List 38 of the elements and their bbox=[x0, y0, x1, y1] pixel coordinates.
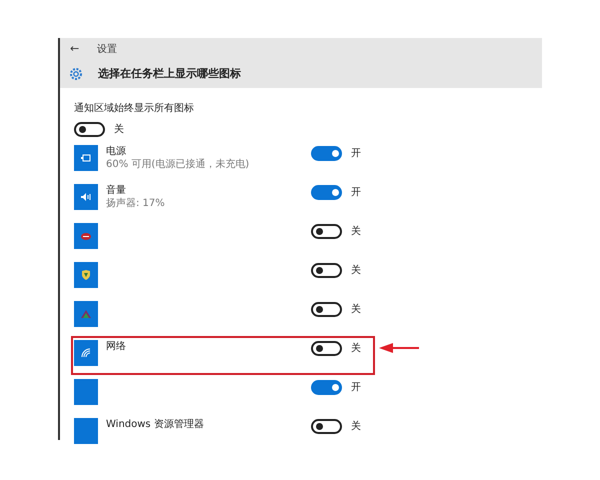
speaker-icon bbox=[81, 193, 91, 201]
app-icon-tile bbox=[74, 379, 98, 405]
battery-icon bbox=[81, 154, 91, 162]
app-name: 网络 bbox=[106, 340, 127, 353]
shield-icon bbox=[82, 270, 90, 280]
toggle-switch[interactable] bbox=[311, 341, 342, 356]
colorful-triangle-icon bbox=[81, 310, 91, 318]
toggle-switch[interactable] bbox=[311, 224, 342, 239]
toggle-switch[interactable] bbox=[311, 146, 342, 161]
toggle-switch[interactable] bbox=[311, 185, 342, 200]
setting-label: 通知区域始终显示所有图标 bbox=[74, 102, 195, 116]
app-name: 音量 bbox=[106, 184, 127, 197]
app-status: 扬声器: 17% bbox=[106, 197, 166, 210]
window-title: 设置 bbox=[97, 42, 118, 56]
toggle-switch[interactable] bbox=[311, 380, 342, 395]
no-entry-icon bbox=[81, 232, 91, 240]
toggle-switch[interactable] bbox=[311, 302, 342, 317]
toggle-state: 关 bbox=[351, 224, 361, 239]
toggle-state: 关 bbox=[351, 420, 361, 434]
toggle-state: 开 bbox=[351, 186, 361, 200]
toggle-state: 关 bbox=[351, 264, 361, 278]
app-icon-tile bbox=[74, 418, 98, 444]
toggle-state: 关 bbox=[114, 122, 124, 137]
toggle-state: 关 bbox=[351, 302, 361, 317]
toggle-state: 开 bbox=[351, 147, 361, 161]
toggle-state: 开 bbox=[351, 381, 361, 395]
pointer-arrow bbox=[379, 343, 419, 353]
toggle-state: 关 bbox=[351, 342, 361, 356]
toggle-switch[interactable] bbox=[74, 122, 105, 137]
toggle-switch[interactable] bbox=[311, 263, 342, 278]
page-title: 选择在任务栏上显示哪些图标 bbox=[98, 66, 241, 82]
settings-icon bbox=[68, 66, 84, 82]
app-status: 60% 可用(电源已接通，未充电) bbox=[106, 158, 250, 171]
app-name: 电源 bbox=[106, 145, 127, 158]
app-name: Windows 资源管理器 bbox=[106, 418, 205, 431]
wifi-icon bbox=[81, 348, 91, 358]
back-button[interactable]: ← bbox=[70, 40, 80, 58]
toggle-switch[interactable] bbox=[311, 419, 342, 434]
